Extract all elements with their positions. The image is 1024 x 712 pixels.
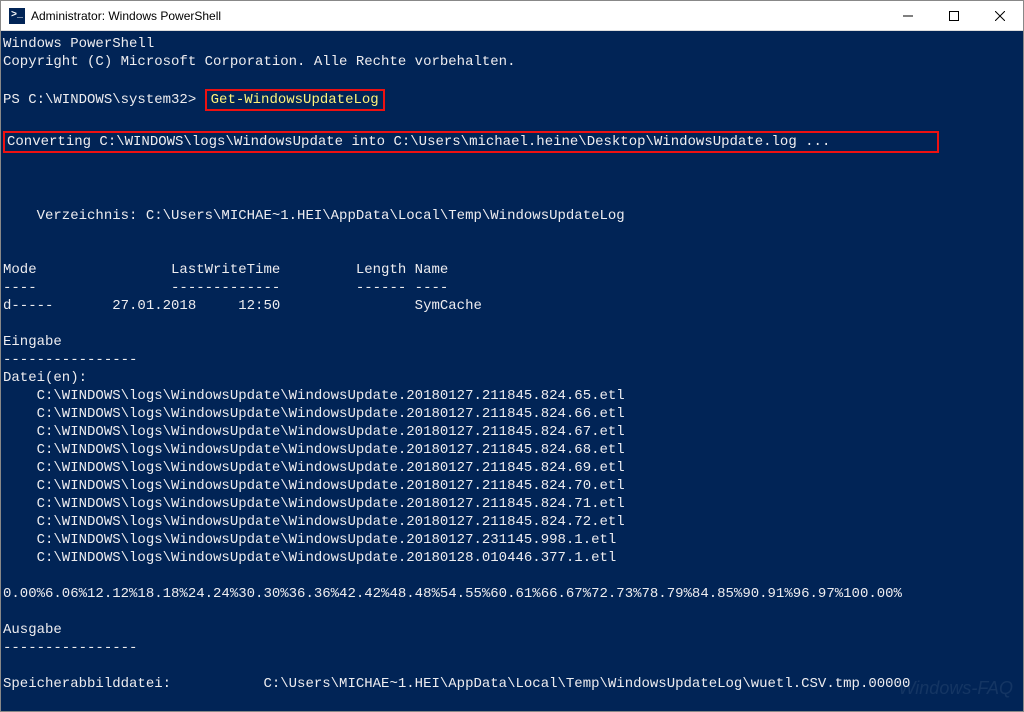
datei-label: Datei(en): (3, 370, 87, 386)
minimize-button[interactable] (885, 1, 931, 31)
window-controls (885, 1, 1023, 31)
eingabe-label: Eingabe (3, 334, 62, 350)
prompt: PS C:\WINDOWS\system32> (3, 92, 205, 108)
eingabe-separator: ---------------- (3, 352, 137, 368)
powershell-icon: >_ (9, 8, 25, 24)
converting-line: onverting C:\WINDOWS\logs\WindowsUpdate … (15, 134, 830, 150)
ausgabe-label: Ausgabe (3, 622, 62, 638)
file-line: C:\WINDOWS\logs\WindowsUpdate\WindowsUpd… (3, 514, 625, 530)
close-button[interactable] (977, 1, 1023, 31)
converting-highlight-box: Converting C:\WINDOWS\logs\WindowsUpdate… (3, 131, 939, 153)
dump-file-line: Speicherabbilddatei: C:\Users\MICHAE~1.H… (3, 676, 910, 692)
file-line: C:\WINDOWS\logs\WindowsUpdate\WindowsUpd… (3, 442, 625, 458)
command-text: Get-WindowsUpdateLog (211, 92, 379, 108)
table-row: d----- 27.01.2018 12:50 SymCache (3, 298, 482, 314)
terminal-pane[interactable]: Windows PowerShell Copyright (C) Microso… (1, 31, 1023, 711)
ps-header-1: Windows PowerShell (3, 36, 154, 52)
file-line: C:\WINDOWS\logs\WindowsUpdate\WindowsUpd… (3, 460, 625, 476)
file-line: C:\WINDOWS\logs\WindowsUpdate\WindowsUpd… (3, 532, 616, 548)
file-line: C:\WINDOWS\logs\WindowsUpdate\WindowsUpd… (3, 388, 625, 404)
maximize-button[interactable] (931, 1, 977, 31)
window-title: Administrator: Windows PowerShell (31, 9, 885, 23)
command-highlight-box: Get-WindowsUpdateLog (205, 89, 385, 111)
directory-line: Verzeichnis: C:\Users\MICHAE~1.HEI\AppDa… (3, 208, 625, 224)
table-separator: ---- ------------- ------ ---- (3, 280, 448, 296)
file-line: C:\WINDOWS\logs\WindowsUpdate\WindowsUpd… (3, 424, 625, 440)
ps-header-2: Copyright (C) Microsoft Corporation. All… (3, 54, 515, 70)
progress-line: 0.00%6.06%12.12%18.18%24.24%30.30%36.36%… (3, 586, 902, 602)
titlebar: >_ Administrator: Windows PowerShell (1, 1, 1023, 31)
watermark: Windows-FAQ (898, 679, 1013, 697)
file-line: C:\WINDOWS\logs\WindowsUpdate\WindowsUpd… (3, 550, 616, 566)
file-line: C:\WINDOWS\logs\WindowsUpdate\WindowsUpd… (3, 496, 625, 512)
file-line: C:\WINDOWS\logs\WindowsUpdate\WindowsUpd… (3, 406, 625, 422)
powershell-window: >_ Administrator: Windows PowerShell Win… (0, 0, 1024, 712)
table-header: Mode LastWriteTime Length Name (3, 262, 448, 278)
ausgabe-separator: ---------------- (3, 640, 137, 656)
file-line: C:\WINDOWS\logs\WindowsUpdate\WindowsUpd… (3, 478, 625, 494)
